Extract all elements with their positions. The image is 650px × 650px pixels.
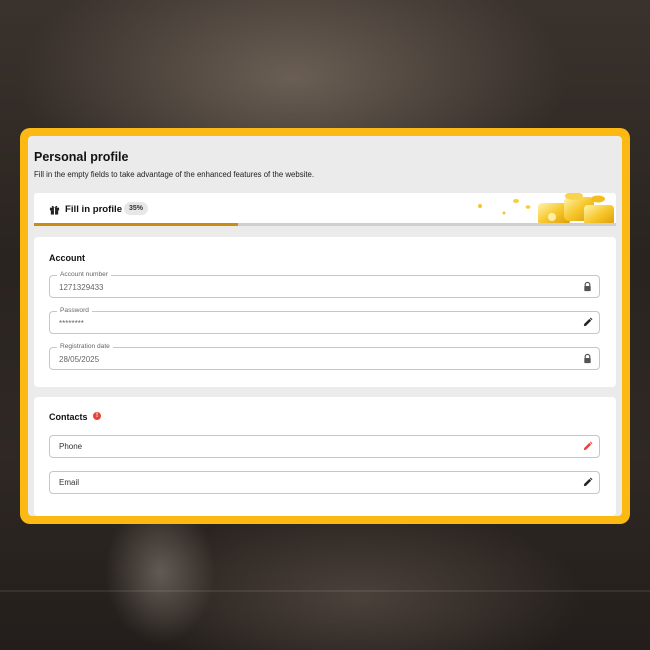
email-placeholder: Email xyxy=(59,478,80,487)
profile-panel: Personal profile Fill in the empty field… xyxy=(28,136,622,516)
phone-field[interactable]: Phone xyxy=(49,435,600,458)
account-number-field: Account number 1271329433 xyxy=(49,270,600,298)
progress-fill xyxy=(34,223,238,226)
lock-icon xyxy=(584,353,591,364)
edit-phone-pencil-icon[interactable] xyxy=(582,441,593,452)
page-title: Personal profile xyxy=(34,150,129,164)
progress-percent-badge: 35% xyxy=(124,202,149,215)
registration-date-field: Registration date 28/05/2025 xyxy=(49,342,600,370)
coins-decoration xyxy=(478,193,614,226)
gift-icon xyxy=(49,205,60,215)
account-heading: Account xyxy=(49,253,85,263)
email-field[interactable]: Email xyxy=(49,471,600,494)
background-pitch-line xyxy=(0,590,650,592)
password-label: Password xyxy=(57,306,92,316)
account-number-value: 1271329433 xyxy=(59,283,104,292)
registration-date-label: Registration date xyxy=(57,342,113,352)
contacts-heading: Contacts xyxy=(49,412,88,422)
fill-profile-bar[interactable]: Fill in profile 35% xyxy=(34,193,616,226)
password-field[interactable]: Password ******** xyxy=(49,306,600,334)
lock-icon xyxy=(584,281,591,292)
progress-track xyxy=(34,223,616,226)
background-player xyxy=(100,520,220,650)
phone-placeholder: Phone xyxy=(59,442,83,451)
password-value: ******** xyxy=(59,319,84,328)
edit-password-pencil-icon[interactable] xyxy=(582,317,593,328)
edit-email-pencil-icon[interactable] xyxy=(582,477,593,488)
highlight-frame: Personal profile Fill in the empty field… xyxy=(20,128,630,524)
alert-icon: ! xyxy=(93,412,101,420)
contacts-card: Contacts ! Phone Email xyxy=(34,397,616,516)
account-card: Account Account number 1271329433 Passwo… xyxy=(34,237,616,387)
fill-profile-label: Fill in profile xyxy=(65,204,123,215)
account-number-label: Account number xyxy=(57,270,112,280)
registration-date-value: 28/05/2025 xyxy=(59,355,100,364)
page-subtitle: Fill in the empty fields to take advanta… xyxy=(34,170,314,179)
